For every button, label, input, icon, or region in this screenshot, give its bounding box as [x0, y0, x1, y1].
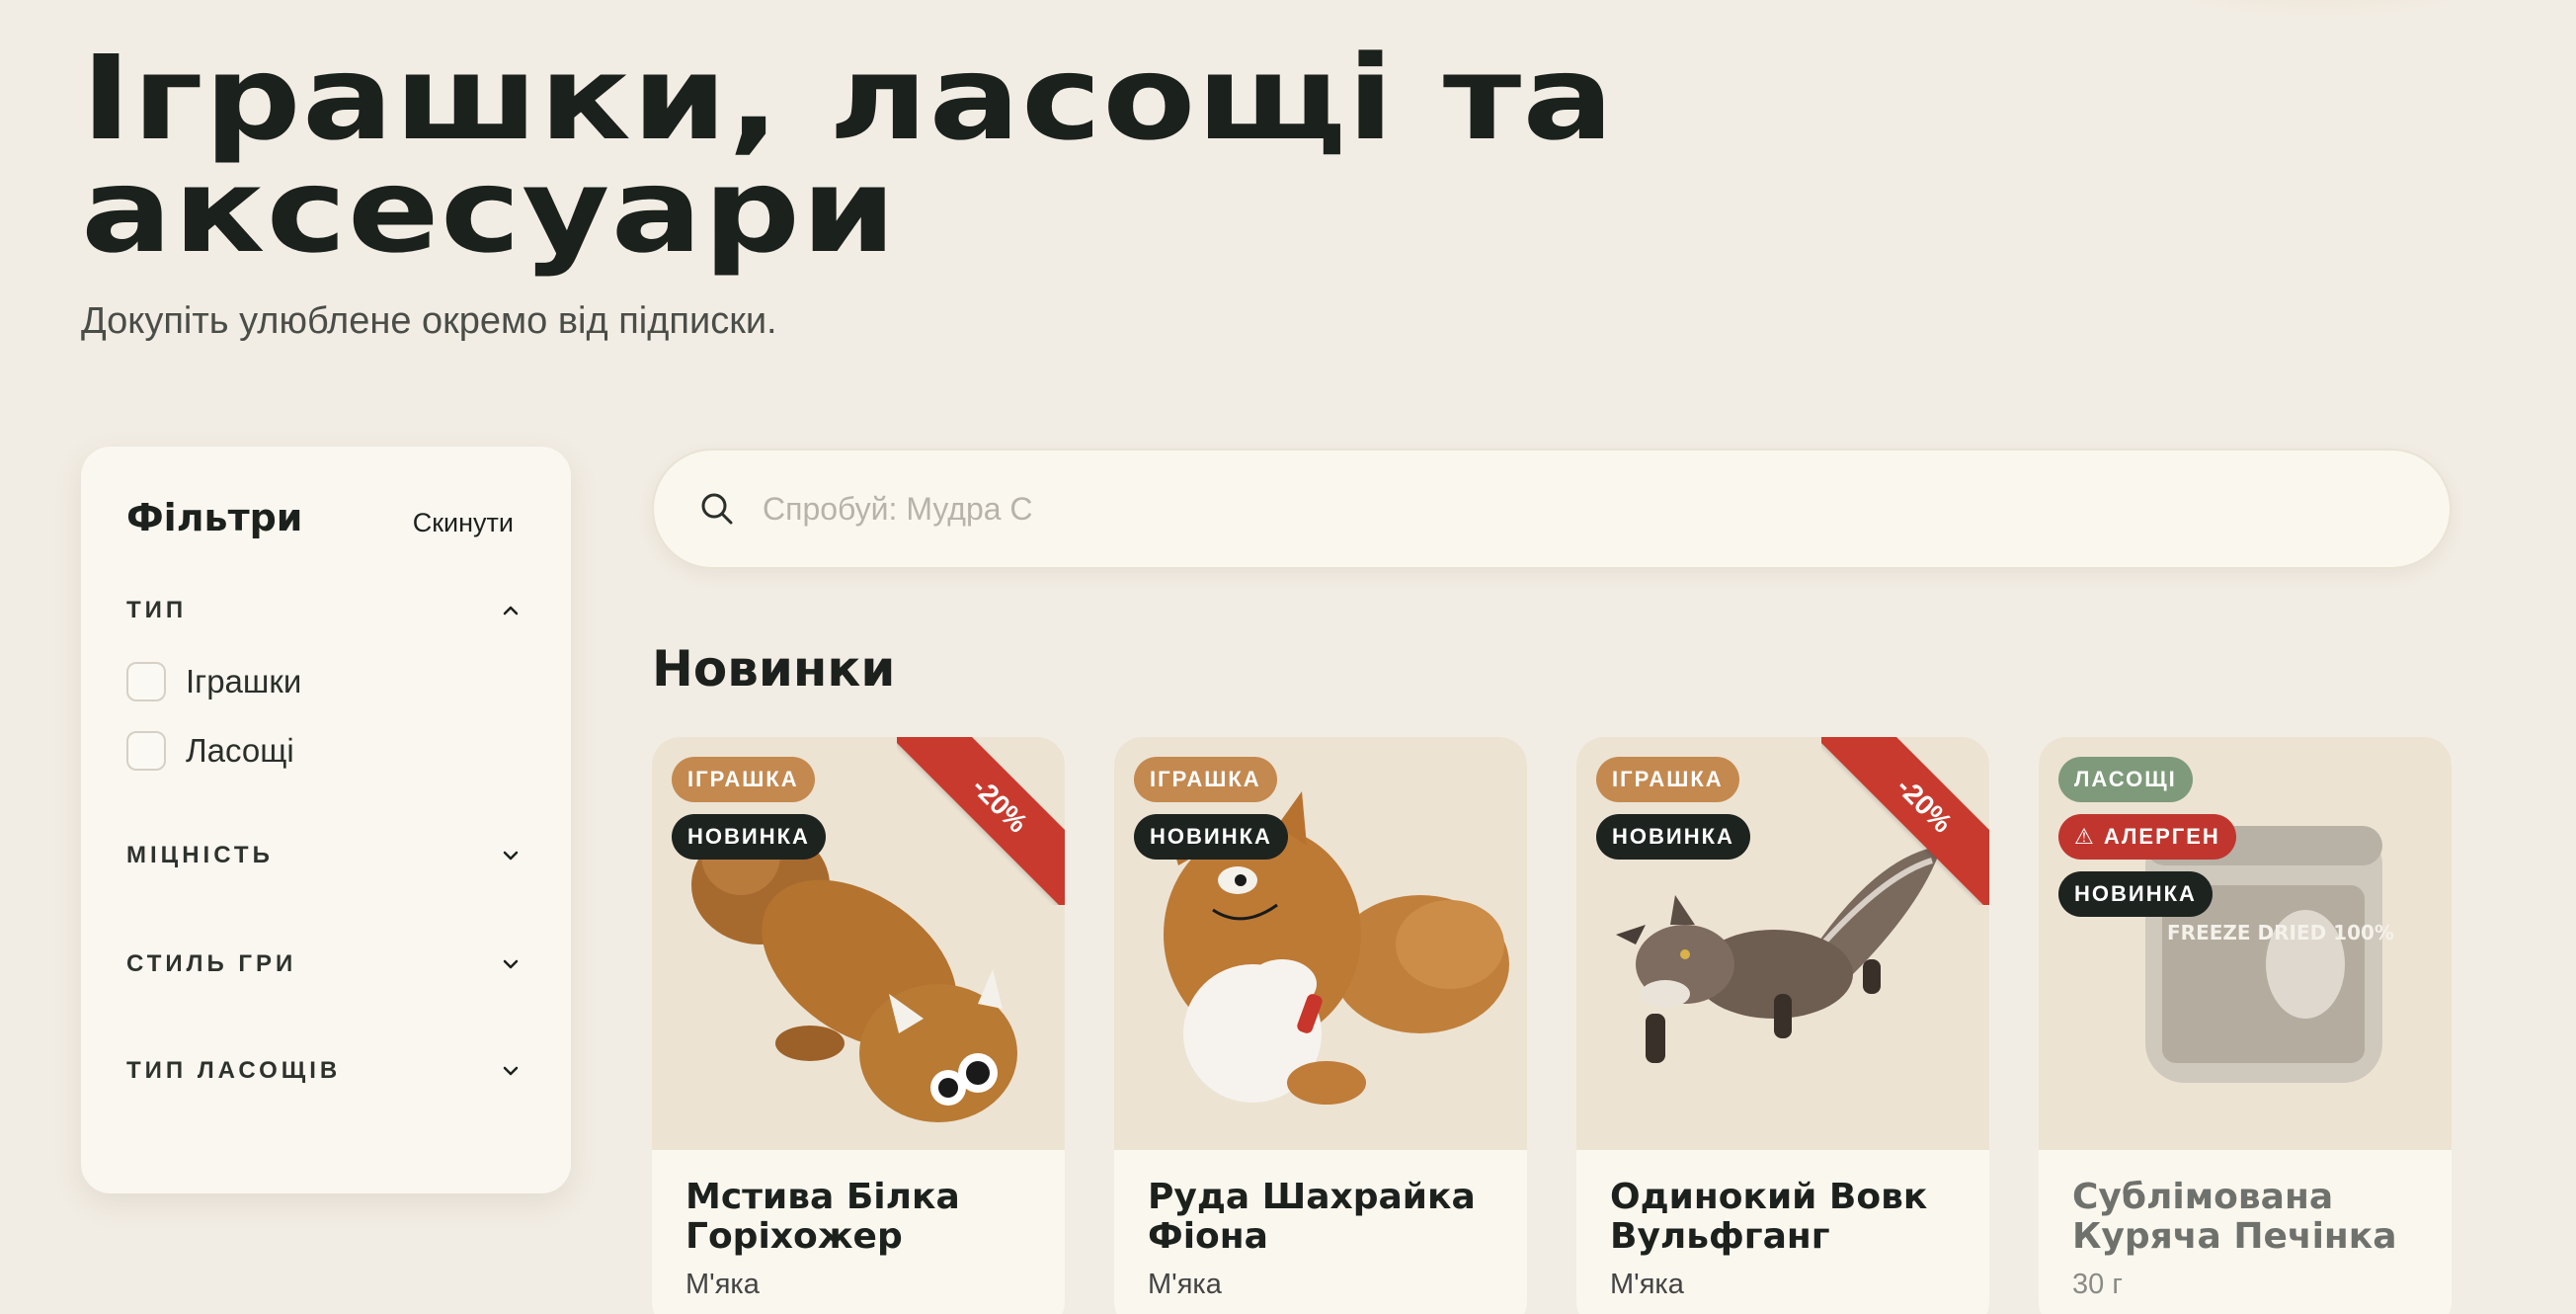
chevron-down-icon	[503, 1066, 519, 1076]
filter-option-label: Ласощі	[186, 732, 294, 769]
product-image: ІГРАШКА НОВИНКА -20%	[652, 737, 1065, 1150]
category-badge: ІГРАШКА	[1596, 757, 1739, 802]
section-title: Новинки	[652, 640, 896, 698]
product-type: М'яка	[1610, 1269, 1684, 1300]
new-badge: НОВИНКА	[672, 814, 826, 860]
product-image: ІГРАШКА НОВИНКА	[1114, 737, 1527, 1150]
discount-label: -20%	[897, 737, 1065, 905]
checkbox[interactable]	[126, 662, 166, 701]
product-image: FREEZE DRIED 100% ЛАСОЩІ ⚠ АЛЕРГЕН НОВИН…	[2039, 737, 2452, 1150]
filter-group-treat-type[interactable]: ТИП ЛАСОЩІВ	[126, 1051, 522, 1091]
product-type: М'яка	[1148, 1269, 1222, 1300]
filter-group-play-style[interactable]: СТИЛЬ ГРИ	[126, 944, 522, 984]
product-name[interactable]: Мстива Білка Горіхожер	[685, 1178, 1051, 1257]
search-icon	[701, 493, 733, 525]
filter-group-label: МІЦНІСТЬ	[126, 842, 274, 868]
chevron-up-icon	[503, 606, 519, 616]
category-badge: ІГРАШКА	[672, 757, 815, 802]
filter-group-type[interactable]: ТИП	[126, 591, 522, 630]
filters-panel: Фільтри Скинути ТИП Іграшки Ласощі МІЦНІ…	[81, 447, 571, 1193]
filter-group-label: ТИП	[126, 597, 188, 623]
product-type: М'яка	[685, 1269, 760, 1300]
checkbox[interactable]	[126, 731, 166, 771]
page-title: Іграшки, ласощі та аксесуари	[81, 30, 1615, 279]
category-badge: ЛАСОЩІ	[2058, 757, 2193, 802]
new-badge: НОВИНКА	[1134, 814, 1288, 860]
jar-label: FREEZE DRIED 100%	[2167, 921, 2394, 944]
new-badge: НОВИНКА	[2058, 871, 2213, 917]
new-badge: НОВИНКА	[1596, 814, 1750, 860]
filter-group-label: СТИЛЬ ГРИ	[126, 950, 297, 977]
category-badge: ІГРАШКА	[1134, 757, 1277, 802]
filter-group-durability[interactable]: МІЦНІСТЬ	[126, 836, 522, 875]
discount-ribbon: -20%	[897, 737, 1065, 905]
product-image: ІГРАШКА НОВИНКА -20%	[1576, 737, 1989, 1150]
search-bar[interactable]	[652, 449, 2452, 569]
reset-filters-button[interactable]: Скинути	[413, 508, 514, 538]
product-weight: 30 г	[2072, 1269, 2123, 1300]
discount-label: -20%	[1821, 737, 1989, 905]
allergen-badge: ⚠ АЛЕРГЕН	[2058, 814, 2236, 860]
product-name[interactable]: Одинокий Вовк Вульфганг	[1610, 1178, 1975, 1257]
search-input[interactable]	[763, 490, 2343, 528]
discount-ribbon: -20%	[1821, 737, 1989, 905]
product-card[interactable]: ІГРАШКА НОВИНКА Руда Шахрайка Фіона М'як…	[1114, 737, 1527, 1314]
chevron-down-icon	[503, 959, 519, 969]
product-card[interactable]: FREEZE DRIED 100% ЛАСОЩІ ⚠ АЛЕРГЕН НОВИН…	[2039, 737, 2452, 1314]
background-decoration	[2104, 0, 2538, 20]
product-card[interactable]: ІГРАШКА НОВИНКА -20% Одинокий Вовк Вульф…	[1576, 737, 1989, 1314]
filter-group-label: ТИП ЛАСОЩІВ	[126, 1057, 342, 1084]
chevron-down-icon	[503, 851, 519, 861]
filter-option-treats[interactable]: Ласощі	[126, 731, 294, 771]
product-name[interactable]: Руда Шахрайка Фіона	[1148, 1178, 1513, 1257]
filter-option-toys[interactable]: Іграшки	[126, 662, 301, 701]
filter-option-label: Іграшки	[186, 663, 302, 699]
page-subtitle: Докупіть улюблене окремо від підписки.	[81, 300, 777, 342]
product-name[interactable]: Сублімована Куряча Печінка	[2072, 1178, 2438, 1257]
product-card[interactable]: ІГРАШКА НОВИНКА -20% Мстива Білка Горіхо…	[652, 737, 1065, 1314]
filters-title: Фільтри	[126, 496, 303, 539]
